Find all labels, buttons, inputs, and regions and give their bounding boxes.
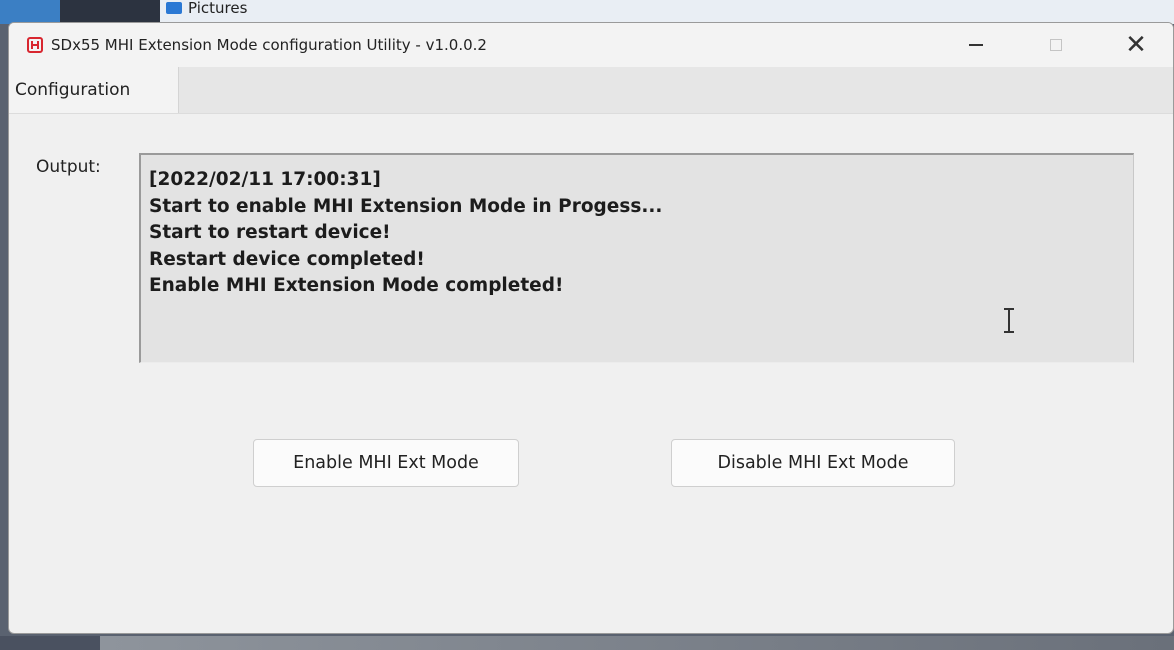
text-cursor-icon	[1003, 307, 1015, 333]
explorer-item-label: Pictures	[188, 0, 248, 17]
minimize-button[interactable]	[943, 23, 1009, 67]
output-line: Restart device completed!	[149, 248, 425, 270]
output-label: Output:	[36, 157, 101, 177]
maximize-icon	[1050, 39, 1062, 51]
title-bar[interactable]: SDx55 MHI Extension Mode configuration U…	[9, 23, 1173, 67]
maximize-button[interactable]	[1023, 23, 1089, 67]
output-log: [2022/02/11 17:00:31] Start to enable MH…	[149, 167, 662, 300]
app-window: SDx55 MHI Extension Mode configuration U…	[8, 22, 1174, 634]
folder-icon	[166, 2, 182, 14]
app-logo-icon	[27, 37, 43, 53]
tab-configuration-label: Configuration	[15, 80, 131, 100]
output-line: Enable MHI Extension Mode completed!	[149, 275, 564, 296]
close-button[interactable]: ✕	[1103, 23, 1169, 67]
tab-configuration[interactable]: Configuration	[9, 67, 179, 113]
disable-mhi-ext-mode-button[interactable]: Disable MHI Ext Mode	[671, 439, 955, 487]
output-textbox[interactable]: [2022/02/11 17:00:31] Start to enable MH…	[139, 153, 1134, 363]
enable-mhi-ext-mode-button[interactable]: Enable MHI Ext Mode	[253, 439, 519, 487]
minimize-icon	[969, 44, 983, 46]
output-line: [2022/02/11 17:00:31]	[149, 169, 381, 190]
output-line: Start to enable MHI Extension Mode in Pr…	[149, 195, 663, 217]
taskbar-strip	[0, 636, 1174, 650]
window-title: SDx55 MHI Extension Mode configuration U…	[51, 36, 487, 54]
desktop-background-strip: Pictures	[0, 0, 1174, 24]
tab-bar: Configuration	[9, 67, 1173, 114]
output-line: Start to restart device!	[149, 222, 391, 243]
close-icon: ✕	[1125, 30, 1147, 60]
